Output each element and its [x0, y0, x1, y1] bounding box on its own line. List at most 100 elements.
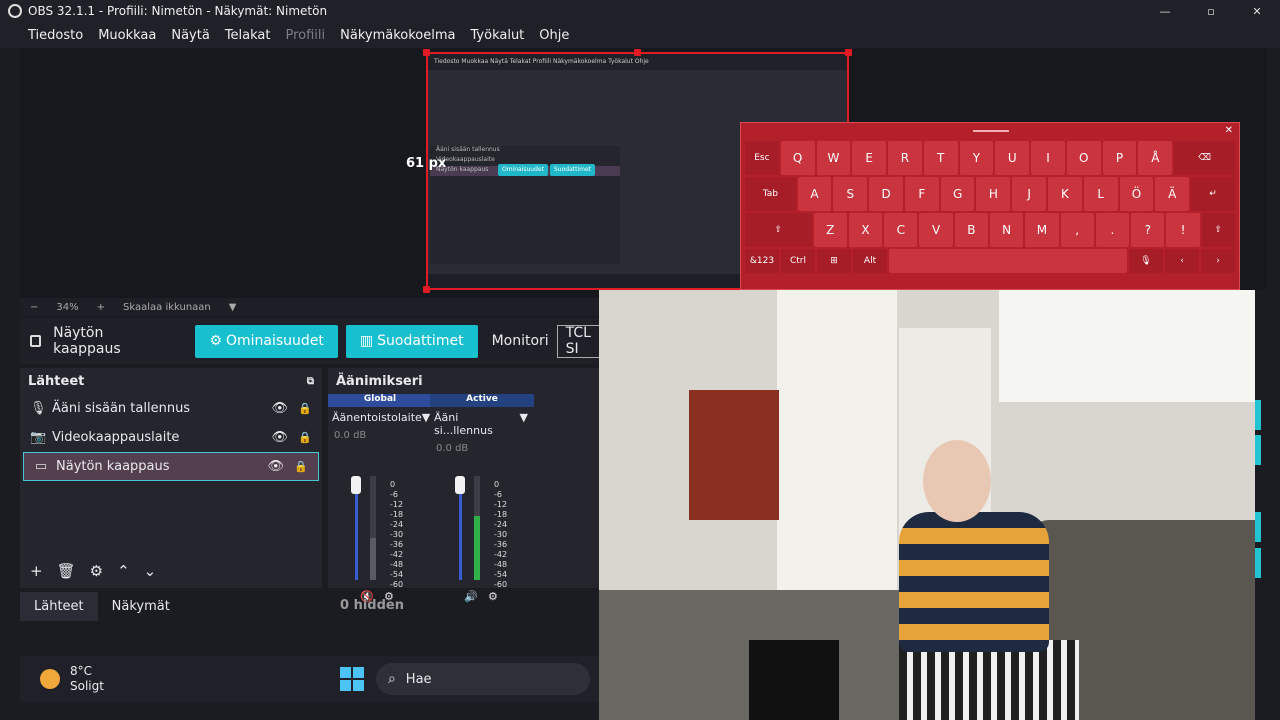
- menu-edit[interactable]: Muokkaa: [98, 28, 156, 43]
- key[interactable]: Ä: [1155, 177, 1190, 211]
- key-left-arrow[interactable]: ‹: [1165, 249, 1199, 273]
- key[interactable]: D: [869, 177, 903, 211]
- undock-icon[interactable]: ⧉: [307, 376, 314, 387]
- key[interactable]: L: [1083, 177, 1118, 211]
- key[interactable]: B: [954, 213, 988, 247]
- key[interactable]: Å: [1138, 141, 1173, 175]
- key[interactable]: F: [904, 177, 939, 211]
- eye-icon[interactable]: 👁: [271, 401, 288, 416]
- maximize-button[interactable]: ▫: [1188, 5, 1234, 18]
- minimize-button[interactable]: —: [1142, 5, 1188, 18]
- weather-icon[interactable]: [40, 669, 60, 689]
- key-microphone[interactable]: 🎙: [1129, 249, 1163, 273]
- menu-help[interactable]: Ohje: [539, 28, 569, 43]
- edge-tab[interactable]: [1255, 435, 1261, 465]
- volume-slider-handle[interactable]: [351, 476, 361, 494]
- add-icon[interactable]: +: [30, 562, 43, 580]
- key[interactable]: P: [1102, 141, 1137, 175]
- sources-header: Lähteet ⧉: [20, 368, 322, 394]
- menu-docks[interactable]: Telakat: [225, 28, 271, 43]
- key[interactable]: Q: [780, 141, 815, 175]
- edge-tab[interactable]: [1255, 400, 1261, 430]
- keyboard-close-icon[interactable]: ✕: [1225, 125, 1233, 136]
- source-item-audio[interactable]: 🎙 Ääni sisään tallennus 👁 🔒: [20, 394, 322, 423]
- move-up-icon[interactable]: ⌃: [117, 562, 130, 580]
- resize-handle[interactable]: [423, 286, 430, 293]
- key[interactable]: I: [1031, 141, 1065, 175]
- chevron-down-icon[interactable]: ▼: [229, 302, 237, 313]
- key[interactable]: S: [833, 177, 868, 211]
- eye-icon[interactable]: 👁: [267, 459, 284, 474]
- taskbar-search[interactable]: ⌕ Hae: [375, 663, 590, 695]
- windows-start-icon[interactable]: [339, 667, 364, 691]
- menu-view[interactable]: Näytä: [171, 28, 209, 43]
- weather-widget[interactable]: 8°C Soligt: [70, 664, 104, 694]
- key-ctrl[interactable]: Ctrl: [781, 249, 815, 273]
- trash-icon[interactable]: 🗑: [57, 562, 76, 580]
- lock-icon[interactable]: 🔒: [294, 460, 308, 473]
- key[interactable]: Y: [959, 141, 994, 175]
- key[interactable]: K: [1048, 177, 1082, 211]
- key[interactable]: N: [989, 213, 1024, 247]
- key[interactable]: H: [976, 177, 1011, 211]
- properties-button[interactable]: ⚙ Ominaisuudet: [195, 324, 338, 358]
- key[interactable]: ,: [1060, 213, 1094, 247]
- move-down-icon[interactable]: ⌄: [144, 562, 157, 580]
- gear-icon[interactable]: ⚙: [90, 562, 103, 580]
- edge-tab[interactable]: [1255, 512, 1261, 542]
- channel-device-select[interactable]: Ääni si...llennus ▼: [434, 411, 534, 437]
- key-backspace[interactable]: ⌫: [1174, 141, 1235, 175]
- key[interactable]: A: [797, 177, 832, 211]
- keyboard-drag-handle[interactable]: [973, 130, 1009, 132]
- key[interactable]: Ö: [1119, 177, 1154, 211]
- zoom-out-button[interactable]: −: [30, 302, 38, 313]
- lock-icon[interactable]: 🔒: [298, 402, 312, 415]
- close-button[interactable]: ✕: [1234, 5, 1280, 18]
- filters-button[interactable]: ▥ Suodattimet: [345, 324, 478, 358]
- key[interactable]: M: [1025, 213, 1059, 247]
- key[interactable]: Z: [813, 213, 847, 247]
- key-tab[interactable]: Tab: [745, 177, 796, 211]
- key[interactable]: ?: [1131, 213, 1165, 247]
- tab-sources[interactable]: Lähteet: [20, 591, 98, 621]
- scale-mode-select[interactable]: Skaalaa ikkunaan: [123, 302, 211, 313]
- key[interactable]: E: [852, 141, 887, 175]
- monitor-select[interactable]: TCL SI: [556, 324, 600, 358]
- key-alt[interactable]: Alt: [853, 249, 887, 273]
- menu-scene-collection[interactable]: Näkymäkokoelma: [340, 28, 455, 43]
- menu-file[interactable]: Tiedosto: [28, 28, 83, 43]
- key[interactable]: X: [848, 213, 883, 247]
- tab-scenes[interactable]: Näkymät: [98, 592, 184, 621]
- key-enter[interactable]: ↵: [1191, 177, 1235, 211]
- key[interactable]: G: [940, 177, 975, 211]
- edge-tab[interactable]: [1255, 548, 1261, 578]
- source-item-screen-capture[interactable]: ▭ Näytön kaappaus 👁 🔒: [23, 452, 319, 481]
- menu-tools[interactable]: Työkalut: [471, 28, 525, 43]
- key[interactable]: W: [816, 141, 851, 175]
- key[interactable]: V: [919, 213, 953, 247]
- key-windows[interactable]: ⊞: [817, 249, 851, 273]
- key[interactable]: T: [923, 141, 958, 175]
- zoom-in-button[interactable]: +: [97, 302, 105, 313]
- key[interactable]: C: [884, 213, 918, 247]
- key[interactable]: O: [1066, 141, 1101, 175]
- eye-icon[interactable]: 👁: [271, 430, 288, 445]
- key[interactable]: !: [1166, 213, 1200, 247]
- resize-handle[interactable]: [634, 49, 641, 56]
- resize-handle[interactable]: [845, 49, 852, 56]
- key[interactable]: .: [1095, 213, 1130, 247]
- resize-handle[interactable]: [423, 49, 430, 56]
- key-shift-left[interactable]: ⇧: [745, 213, 812, 247]
- volume-slider-handle[interactable]: [455, 476, 465, 494]
- channel-device-select[interactable]: Äänentoistolaite ▼: [332, 411, 432, 424]
- key-right-arrow[interactable]: ›: [1201, 249, 1235, 273]
- source-item-video-capture[interactable]: 📷 Videokaappauslaite 👁 🔒: [20, 423, 322, 452]
- key[interactable]: R: [888, 141, 922, 175]
- key-space[interactable]: [889, 249, 1127, 273]
- key-esc[interactable]: Esc: [745, 141, 779, 175]
- key-symbols[interactable]: &123: [745, 249, 779, 273]
- lock-icon[interactable]: 🔒: [298, 431, 312, 444]
- key[interactable]: J: [1012, 177, 1047, 211]
- key[interactable]: U: [995, 141, 1030, 175]
- key-shift-right[interactable]: ⇧: [1201, 213, 1235, 247]
